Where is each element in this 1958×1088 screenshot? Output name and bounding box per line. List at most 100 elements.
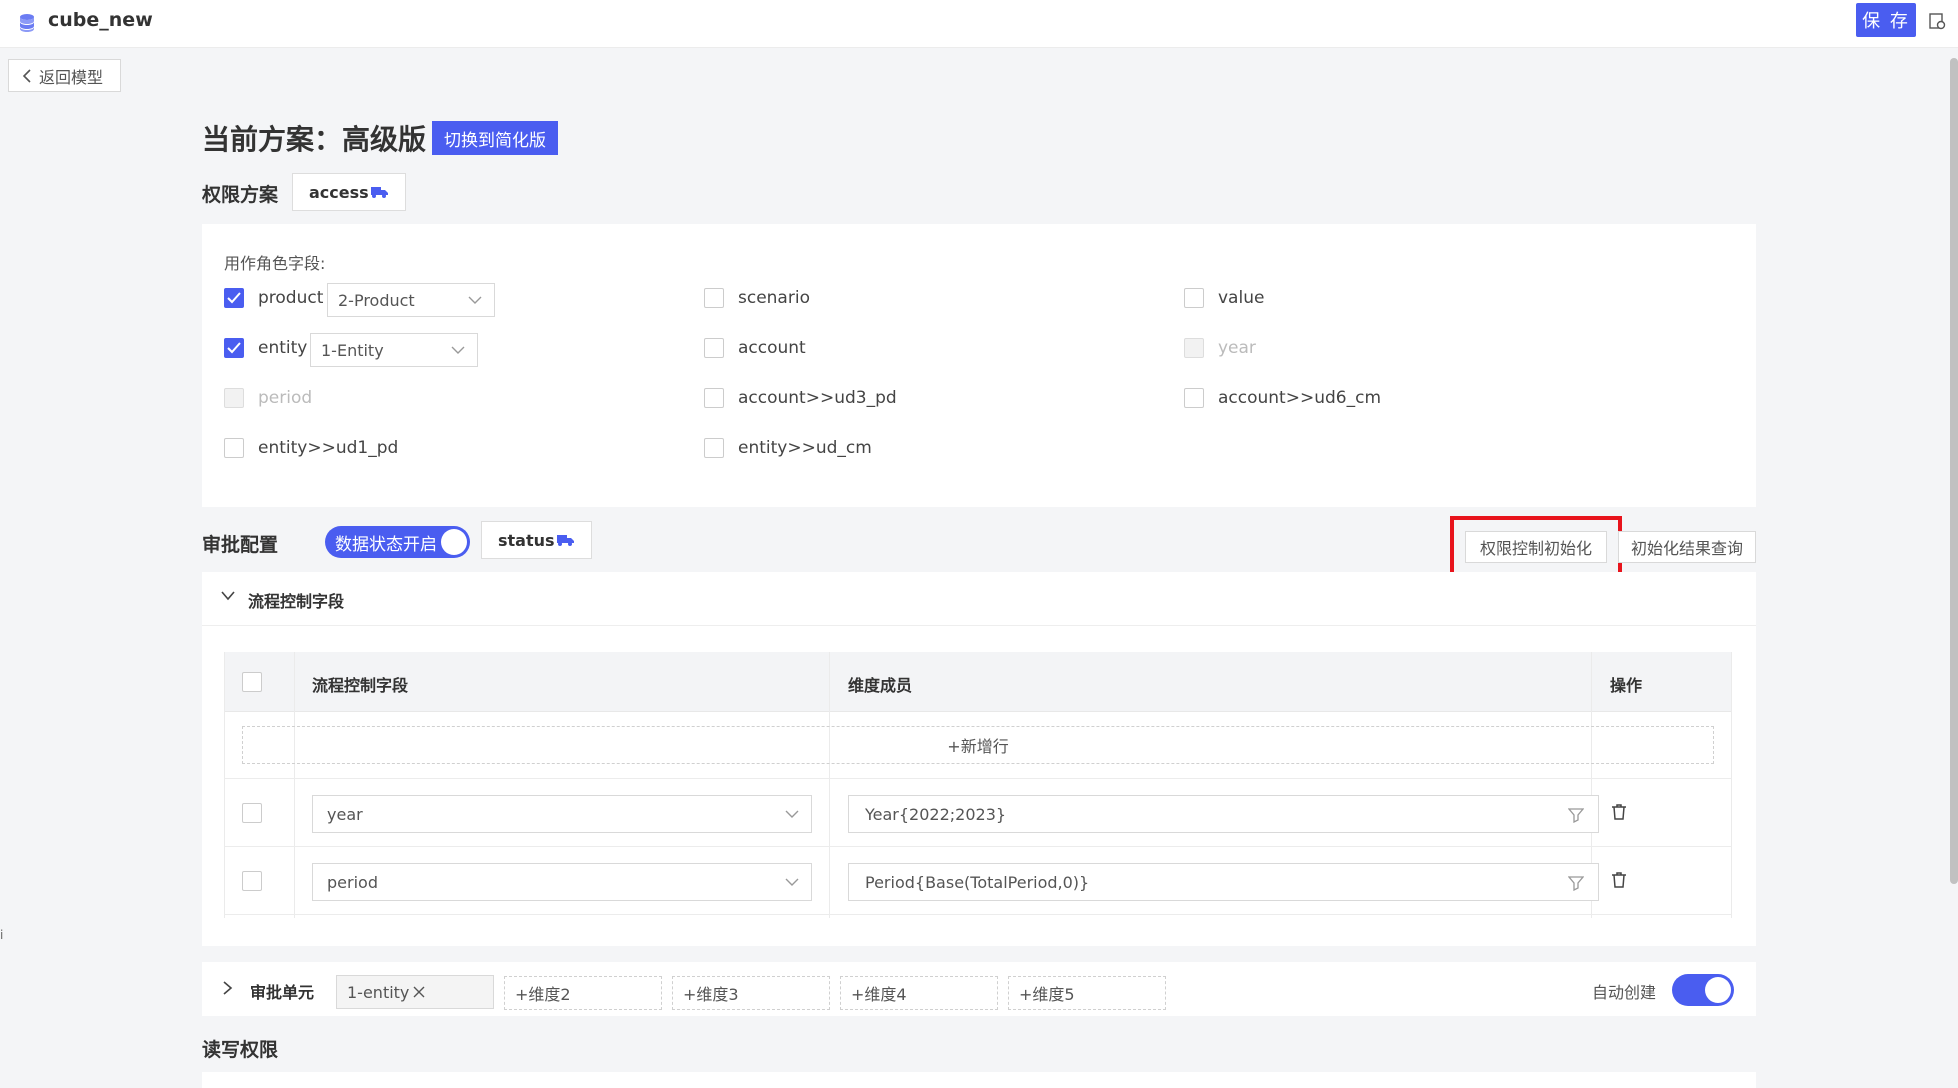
table-row: period Period{Base(TotalPeriod,0)} xyxy=(224,847,1732,915)
approval-unit-card: 审批单元 1-entity +维度2 +维度3 +维度4 +维度5 自动创建 xyxy=(202,962,1756,1016)
add-dimension-4[interactable]: +维度4 xyxy=(840,976,998,1010)
role-checkbox-entity-ud-cm[interactable]: entity>>ud_cm xyxy=(704,438,872,458)
checkbox[interactable] xyxy=(224,288,244,308)
auto-create-label: 自动创建 xyxy=(1592,983,1657,1002)
role-checkbox-entity[interactable]: entity xyxy=(224,338,307,358)
document-settings-icon[interactable] xyxy=(1928,12,1946,30)
data-status-toggle[interactable]: 数据状态开启 xyxy=(325,526,470,558)
trash-icon[interactable] xyxy=(1610,803,1628,821)
dimension-chip-1[interactable]: 1-entity xyxy=(336,975,494,1009)
flow-section-title: 流程控制字段 xyxy=(248,592,345,611)
add-dimension-5[interactable]: +维度5 xyxy=(1008,976,1166,1010)
checkbox[interactable] xyxy=(1184,288,1204,308)
add-row-button[interactable]: +新增行 xyxy=(242,726,1714,764)
check-icon xyxy=(227,342,241,354)
chevron-down-icon xyxy=(451,346,465,354)
select-value: year xyxy=(327,804,363,824)
column-header-field: 流程控制字段 xyxy=(312,676,409,695)
read-write-permission-label: 读写权限 xyxy=(202,1039,279,1061)
role-label-entity: entity xyxy=(258,338,308,358)
checkbox[interactable] xyxy=(224,338,244,358)
init-result-query-button[interactable]: 初始化结果查询 xyxy=(1618,531,1756,563)
add-dimension-2[interactable]: +维度2 xyxy=(504,976,662,1010)
role-checkbox-scenario[interactable]: scenario xyxy=(704,288,810,308)
back-to-model-button[interactable]: 返回模型 xyxy=(8,59,121,92)
dimension-members-input[interactable]: Period{Base(TotalPeriod,0)} xyxy=(848,863,1599,901)
check-icon xyxy=(227,292,241,304)
checkbox[interactable] xyxy=(704,438,724,458)
switch-to-simple-button[interactable]: 切换到简化版 xyxy=(432,121,558,155)
access-tag[interactable]: access xyxy=(292,173,406,211)
members-value: Period{Base(TotalPeriod,0)} xyxy=(865,872,1090,892)
status-tag-label: status xyxy=(498,530,555,550)
page-title: 当前方案：高级版 xyxy=(202,123,427,156)
access-tag-label: access xyxy=(309,182,369,202)
role-label-entity-ud-cm: entity>>ud_cm xyxy=(738,438,872,458)
role-checkbox-value[interactable]: value xyxy=(1184,288,1264,308)
checkbox xyxy=(1184,338,1204,358)
members-value: Year{2022;2023} xyxy=(865,804,1007,824)
checkbox[interactable] xyxy=(704,338,724,358)
product-dimension-select[interactable]: 2-Product xyxy=(327,283,495,317)
chevron-down-icon xyxy=(221,591,235,601)
select-all-checkbox[interactable] xyxy=(242,672,262,692)
role-checkbox-entity-ud1-pd[interactable]: entity>>ud1_pd xyxy=(224,438,398,458)
select-value: 2-Product xyxy=(338,290,415,310)
chevron-down-icon xyxy=(785,810,799,818)
left-edge-mark: i xyxy=(0,928,4,942)
back-label: 返回模型 xyxy=(39,67,104,87)
entity-dimension-select[interactable]: 1-Entity xyxy=(310,333,478,367)
checkbox[interactable] xyxy=(704,388,724,408)
role-label-product: product xyxy=(258,288,324,308)
filter-icon[interactable] xyxy=(1568,807,1584,823)
flow-field-select[interactable]: year xyxy=(312,795,812,833)
role-fields-label: 用作角色字段: xyxy=(224,254,326,273)
role-label-year: year xyxy=(1218,338,1256,358)
toggle-knob xyxy=(441,529,467,555)
dimension-members-input[interactable]: Year{2022;2023} xyxy=(848,795,1599,833)
database-icon xyxy=(20,14,34,32)
scrollbar[interactable] xyxy=(1950,58,1958,884)
role-label-account-ud6-cm: account>>ud6_cm xyxy=(1218,388,1382,408)
checkbox[interactable] xyxy=(224,438,244,458)
role-label-account: account xyxy=(738,338,806,358)
filter-icon[interactable] xyxy=(1568,875,1584,891)
approval-unit-label: 审批单元 xyxy=(250,983,315,1002)
flow-field-select[interactable]: period xyxy=(312,863,812,901)
chip-label: +维度4 xyxy=(851,985,907,1004)
read-write-card xyxy=(202,1072,1756,1088)
save-button[interactable]: 保 存 xyxy=(1856,3,1916,37)
role-checkbox-account-ud6-cm[interactable]: account>>ud6_cm xyxy=(1184,388,1381,408)
row-checkbox[interactable] xyxy=(242,803,262,823)
permission-label: 权限方案 xyxy=(202,184,279,206)
role-label-period: period xyxy=(258,388,313,408)
toggle-label: 数据状态开启 xyxy=(335,534,437,555)
toggle-knob xyxy=(1705,977,1731,1003)
role-fields-card: 用作角色字段: product 2-Product entity 1-Entit… xyxy=(202,224,1756,507)
chevron-down-icon xyxy=(468,296,482,304)
role-checkbox-account[interactable]: account xyxy=(704,338,806,358)
checkbox[interactable] xyxy=(1184,388,1204,408)
checkbox[interactable] xyxy=(704,288,724,308)
column-header-actions: 操作 xyxy=(1610,676,1643,695)
checkbox xyxy=(224,388,244,408)
flow-section-header[interactable]: 流程控制字段 xyxy=(202,572,1756,626)
select-value: period xyxy=(327,872,378,892)
approval-label: 审批配置 xyxy=(202,534,279,556)
row-checkbox[interactable] xyxy=(242,871,262,891)
role-checkbox-product[interactable]: product xyxy=(224,288,323,308)
status-tag[interactable]: status xyxy=(481,521,592,559)
app-title: cube_new xyxy=(48,9,153,31)
auto-create-toggle[interactable] xyxy=(1672,974,1734,1006)
chevron-right-icon[interactable] xyxy=(222,980,234,996)
close-icon[interactable] xyxy=(413,986,425,998)
top-bar: cube_new 保 存 xyxy=(0,0,1958,48)
chevron-down-icon xyxy=(785,878,799,886)
column-header-members: 维度成员 xyxy=(848,676,913,695)
add-dimension-3[interactable]: +维度3 xyxy=(672,976,830,1010)
role-checkbox-account-ud3-pd[interactable]: account>>ud3_pd xyxy=(704,388,897,408)
chevron-left-icon xyxy=(22,68,31,83)
trash-icon[interactable] xyxy=(1610,871,1628,889)
role-label-entity-ud1-pd: entity>>ud1_pd xyxy=(258,438,399,458)
chip-label: 1-entity xyxy=(347,982,410,1002)
